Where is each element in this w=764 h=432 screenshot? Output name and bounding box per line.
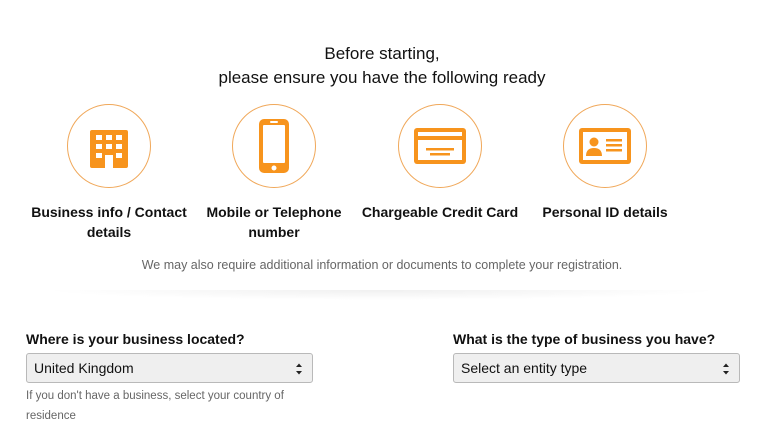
section-divider bbox=[40, 290, 724, 300]
select-arrows-icon bbox=[296, 363, 302, 375]
requirement-label: Mobile or Telephone number bbox=[206, 204, 342, 240]
requirement-personal-id: Personal ID details bbox=[520, 104, 690, 222]
select-arrows-icon bbox=[723, 363, 729, 375]
entity-type-select[interactable]: Select an entity type bbox=[453, 353, 740, 383]
requirement-business-info: Business info / Contact details bbox=[24, 104, 194, 242]
requirement-label: Business info / Contact details bbox=[31, 204, 187, 240]
location-help-text: If you don't have a business, select you… bbox=[26, 390, 284, 422]
requirement-circle bbox=[232, 104, 316, 188]
requirement-credit-card: Chargeable Credit Card bbox=[355, 104, 525, 222]
entity-type-label: What is the type of business you have? bbox=[453, 331, 716, 347]
heading-line-2: please ensure you have the following rea… bbox=[218, 68, 546, 87]
heading-line-1: Before starting, bbox=[324, 44, 440, 63]
requirement-circle bbox=[67, 104, 151, 188]
requirement-circle bbox=[398, 104, 482, 188]
additional-info-note: We may also require additional informati… bbox=[141, 258, 623, 272]
business-location-label: Where is your business located? bbox=[26, 331, 245, 347]
requirement-label: Chargeable Credit Card bbox=[361, 204, 519, 220]
business-location-select[interactable]: United Kingdom bbox=[26, 353, 313, 383]
requirement-label: Personal ID details bbox=[542, 204, 668, 220]
requirement-mobile: Mobile or Telephone number bbox=[189, 104, 359, 242]
entity-type-value: Select an entity type bbox=[461, 360, 588, 376]
page-heading: Before starting, please ensure you have … bbox=[0, 42, 764, 90]
business-location-value: United Kingdom bbox=[34, 360, 134, 376]
building-icon bbox=[90, 130, 128, 168]
mobile-phone-icon bbox=[259, 119, 289, 173]
id-card-icon bbox=[579, 128, 631, 164]
requirement-circle bbox=[563, 104, 647, 188]
credit-card-icon bbox=[414, 128, 466, 164]
